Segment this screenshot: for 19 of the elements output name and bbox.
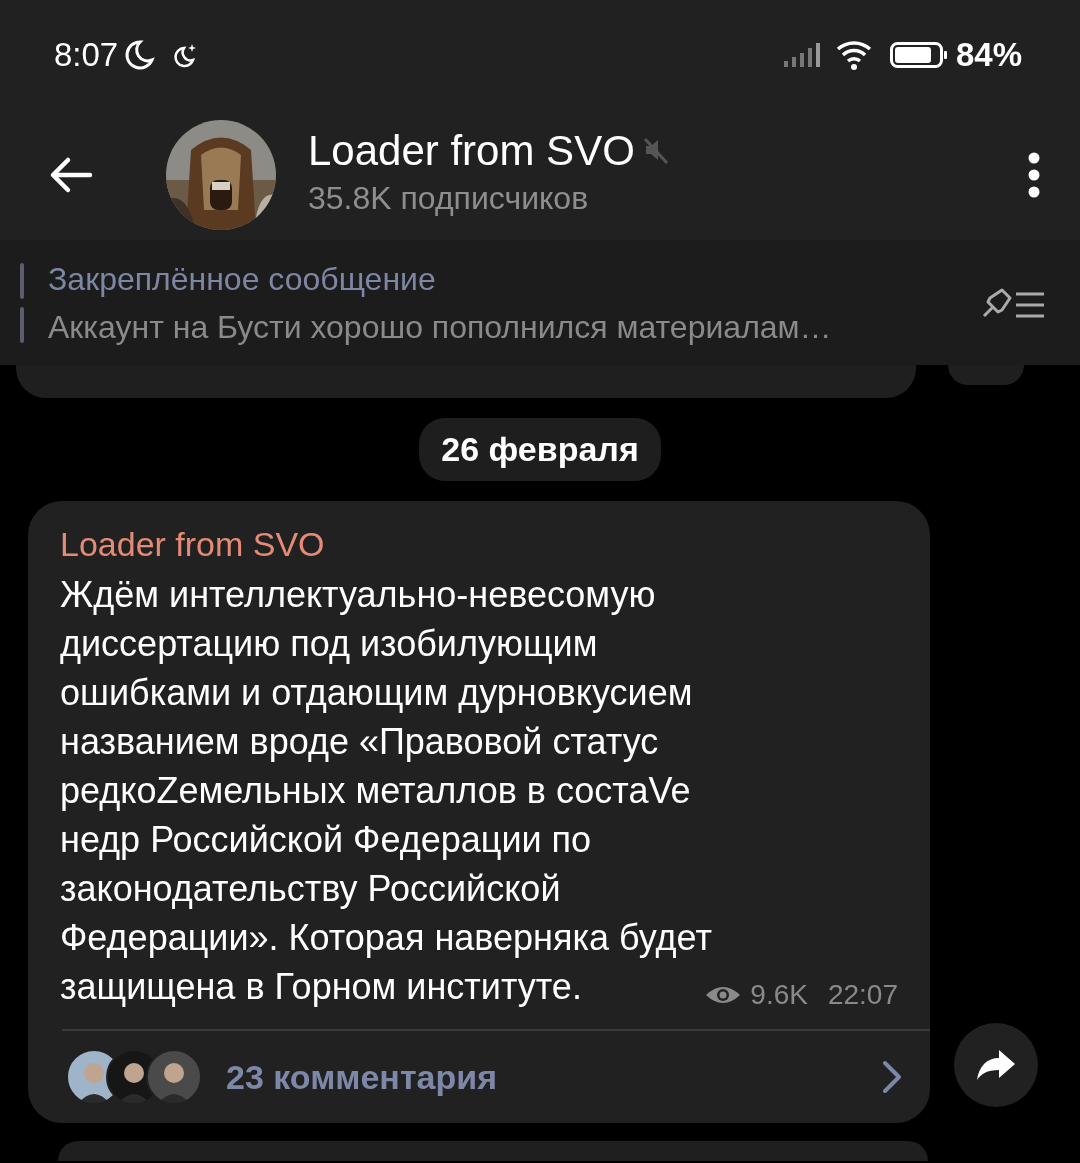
pinned-label[interactable]: Закреплённое сообщение xyxy=(48,254,832,303)
back-button[interactable] xyxy=(48,155,94,195)
battery-icon xyxy=(889,42,948,68)
message-text: Ждём интеллектуально-невесомую диссертацию под изобилующим ошибками и отдающим дурновкусием названием вроде «Правовой статус редкоZемельных металлов в состаVe недр Российской Федерации по законодательству Российской Федерации». Которая наверняка будет защищена в Горном институте. xyxy=(60,574,712,1007)
message-time: 22:07 xyxy=(827,978,898,1012)
channel-title: Loader from SVO xyxy=(308,127,635,175)
subscriber-count: 35.8K подписчиков xyxy=(308,179,590,219)
pinned-message-text[interactable]: Аккаунт на Бусти хорошо пополнился материалам… xyxy=(48,302,832,351)
date-chip: 26 февраля xyxy=(419,418,661,481)
author-name[interactable]: Loader from SVO xyxy=(28,519,930,570)
wifi-icon xyxy=(835,39,874,71)
signal-icon xyxy=(783,43,820,67)
view-count: 9.6K xyxy=(750,978,808,1012)
more-button[interactable] xyxy=(1028,152,1040,198)
moon-icon xyxy=(122,38,157,72)
battery-percent: 84% xyxy=(955,35,1022,76)
chevron-button[interactable] xyxy=(882,1060,902,1094)
clock-time: 8:07 xyxy=(54,35,119,76)
comments-link[interactable]: 23 комментария xyxy=(226,1051,497,1103)
